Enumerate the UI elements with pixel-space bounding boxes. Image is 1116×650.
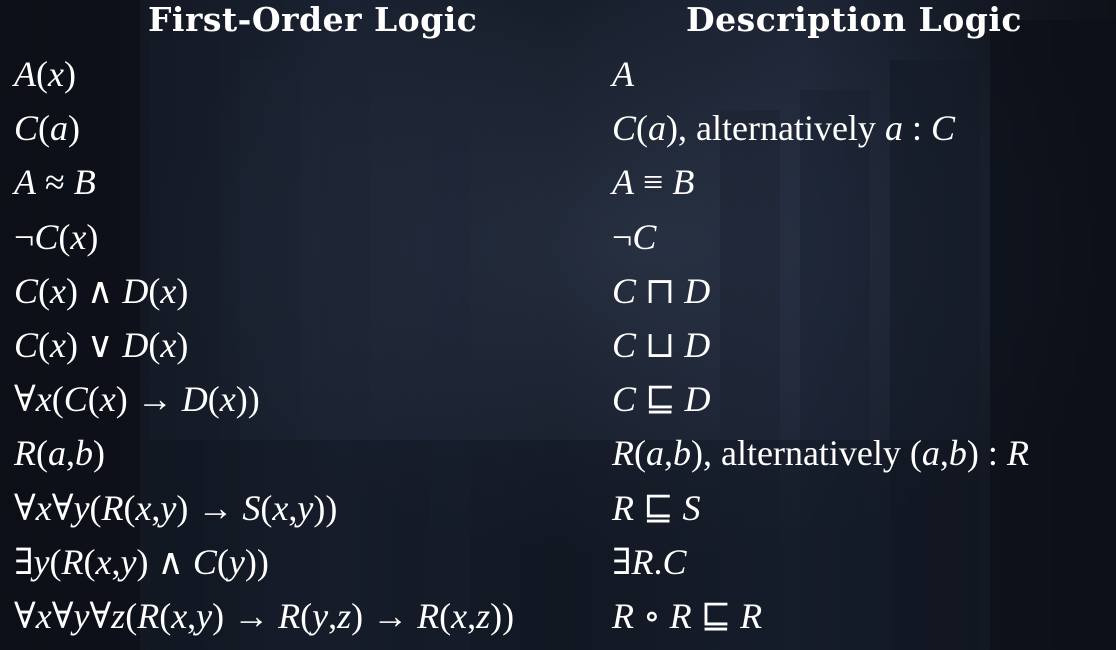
fol-expression: C(a) <box>14 108 81 149</box>
header-first-order-logic: First-Order Logic <box>148 0 478 39</box>
dl-expression: ∃R.C <box>612 541 687 582</box>
dl-expression: C ⊑ D <box>612 379 711 420</box>
table-row: R(a,b) R(a,b), alternatively (a,b) : R <box>0 426 1116 480</box>
fol-expression: ¬C(x) <box>14 216 99 257</box>
fol-expression: ∃y(R(x,y) ∧ C(y)) <box>14 541 269 582</box>
table-row: C(x) ∧ D(x) C ⊓ D <box>0 264 1116 318</box>
table-row: ∀x∀y∀z(R(x,y) → R(y,z) → R(x,z)) R ∘ R ⊑ … <box>0 589 1116 643</box>
fol-expression: ∀x∀y(R(x,y) → S(x,y)) <box>14 487 338 528</box>
table-row: ∀x(C(x) → D(x)) C ⊑ D <box>0 372 1116 426</box>
dl-expression: R(a,b), alternatively (a,b) : R <box>612 433 1029 474</box>
table-row: ¬C(x) ¬C <box>0 210 1116 264</box>
dl-expression: ¬C <box>612 216 657 257</box>
dl-expression: R ∘ R ⊑ R <box>612 596 763 636</box>
table-row: A(x) A <box>0 47 1116 101</box>
dl-expression: R ⊑ S <box>612 487 701 528</box>
table-row: ∀x∀y(R(x,y) → S(x,y)) R ⊑ S <box>0 481 1116 535</box>
dl-expression: C ⊓ D <box>612 270 711 311</box>
dl-expression: C ⊔ D <box>612 325 711 365</box>
dl-expression: C(a), alternatively a : C <box>612 108 955 149</box>
fol-expression: A(x) <box>14 54 76 94</box>
fol-expression: ∀x(C(x) → D(x)) <box>14 379 260 420</box>
dl-expression: A <box>612 54 634 94</box>
table-row: C(a) C(a), alternatively a : C <box>0 101 1116 155</box>
fol-expression: R(a,b) <box>14 433 105 474</box>
header-description-logic: Description Logic <box>686 0 1022 39</box>
fol-expression: C(x) ∨ D(x) <box>14 325 189 365</box>
fol-expression: A ≈ B <box>14 162 96 203</box>
dl-expression: A ≡ B <box>612 162 695 203</box>
fol-expression: ∀x∀y∀z(R(x,y) → R(y,z) → R(x,z)) <box>14 596 515 636</box>
fol-expression: C(x) ∧ D(x) <box>14 270 189 311</box>
table-row: A ≈ B A ≡ B <box>0 155 1116 209</box>
table-row: ∃y(R(x,y) ∧ C(y)) ∃R.C <box>0 535 1116 589</box>
table-row: C(x) ∨ D(x) C ⊔ D <box>0 318 1116 372</box>
